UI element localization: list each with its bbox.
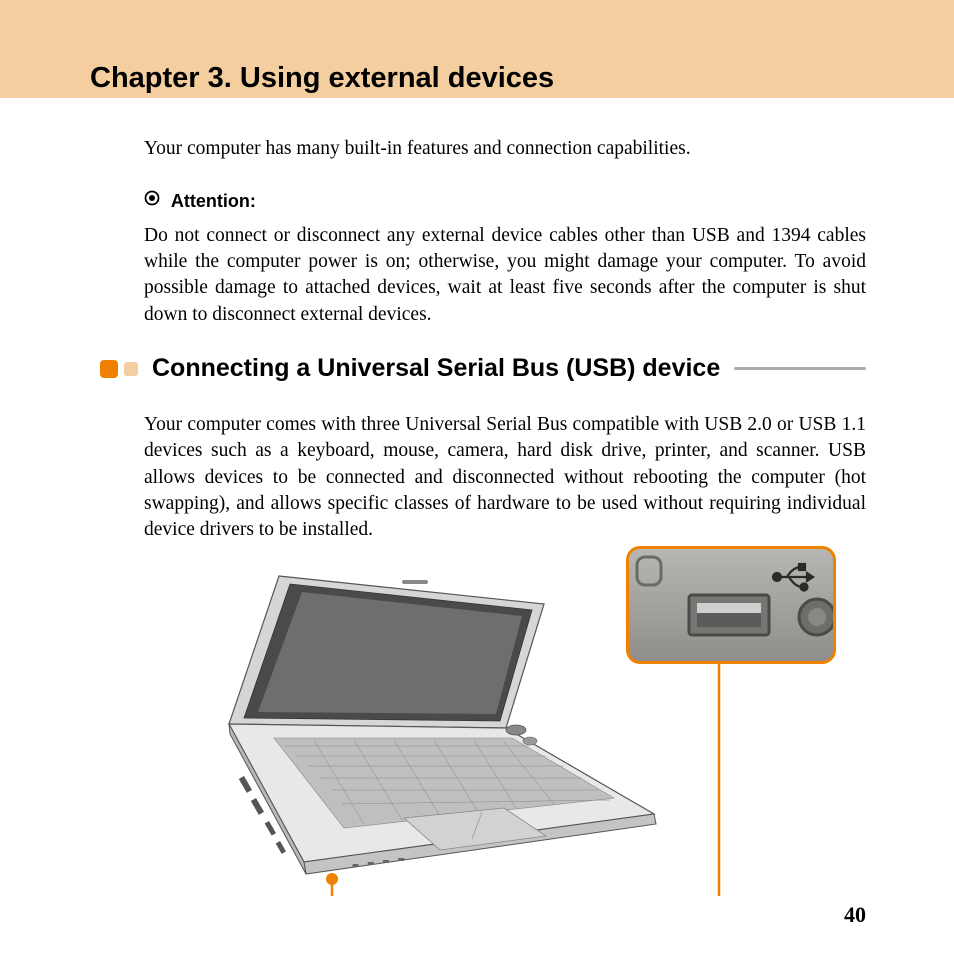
bullet-large-icon (100, 360, 118, 378)
section-header: Connecting a Universal Serial Bus (USB) … (100, 354, 866, 383)
callout-dot-icon (326, 873, 338, 885)
page-number: 40 (844, 902, 866, 928)
section-text: Your computer comes with three Universal… (144, 412, 866, 544)
title-rule-icon (734, 367, 866, 370)
chapter-title: Chapter 3. Using external devices (90, 62, 554, 95)
attention-label: Attention: (171, 189, 256, 213)
attention-icon (144, 188, 160, 214)
figure (144, 546, 866, 896)
intro-text: Your computer has many built-in features… (144, 136, 866, 162)
attention-block: Attention: Do not connect or disconnect … (144, 188, 866, 328)
attention-text: Do not connect or disconnect any externa… (144, 223, 866, 328)
callout-leader (144, 546, 866, 896)
section-title: Connecting a Universal Serial Bus (USB) … (152, 354, 720, 383)
bullet-small-icon (124, 362, 138, 376)
